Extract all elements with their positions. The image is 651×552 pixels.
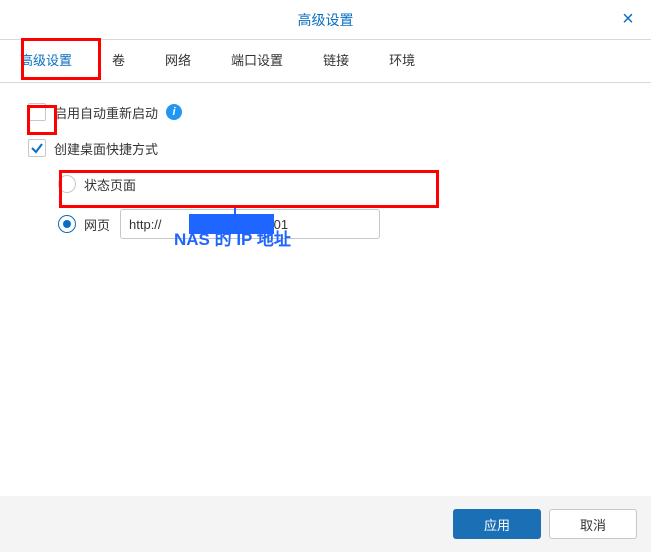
dialog-titlebar: 高级设置 × bbox=[0, 0, 651, 40]
cancel-button[interactable]: 取消 bbox=[549, 509, 637, 539]
apply-button[interactable]: 应用 bbox=[453, 509, 541, 539]
desktop-shortcut-checkbox[interactable] bbox=[28, 139, 46, 157]
status-page-label: 状态页面 bbox=[84, 175, 136, 194]
tab-env[interactable]: 环境 bbox=[369, 40, 435, 82]
dialog-title: 高级设置 bbox=[298, 12, 354, 28]
auto-restart-checkbox[interactable] bbox=[28, 103, 46, 121]
row-web-page: 网页 http:// :3001 bbox=[58, 209, 623, 239]
tab-volume[interactable]: 卷 bbox=[92, 40, 145, 82]
content-area: 启用自动重新启动 i 创建桌面快捷方式 状态页面 网页 http:// :300… bbox=[0, 83, 651, 271]
auto-restart-label: 启用自动重新启动 bbox=[54, 103, 158, 122]
web-page-label: 网页 bbox=[84, 215, 110, 234]
tab-bar: 高级设置 卷 网络 端口设置 链接 环境 bbox=[0, 40, 651, 83]
url-prefix: http:// bbox=[129, 217, 162, 232]
tab-link[interactable]: 链接 bbox=[303, 40, 369, 82]
tab-port[interactable]: 端口设置 bbox=[211, 40, 303, 82]
row-status-page: 状态页面 bbox=[58, 173, 623, 195]
status-page-radio[interactable] bbox=[58, 175, 76, 193]
info-icon[interactable]: i bbox=[166, 104, 182, 120]
tab-network[interactable]: 网络 bbox=[145, 40, 211, 82]
dialog-footer: 应用 取消 bbox=[0, 496, 651, 552]
annotation-text: NAS 的 IP 地址 bbox=[174, 225, 291, 250]
close-icon[interactable]: × bbox=[619, 10, 637, 28]
annotation-line bbox=[234, 207, 236, 225]
row-auto-restart: 启用自动重新启动 i bbox=[28, 101, 623, 123]
row-desktop-shortcut: 创建桌面快捷方式 bbox=[28, 137, 623, 159]
web-page-radio[interactable] bbox=[58, 215, 76, 233]
tab-advanced[interactable]: 高级设置 bbox=[0, 40, 92, 82]
desktop-shortcut-label: 创建桌面快捷方式 bbox=[54, 139, 158, 158]
